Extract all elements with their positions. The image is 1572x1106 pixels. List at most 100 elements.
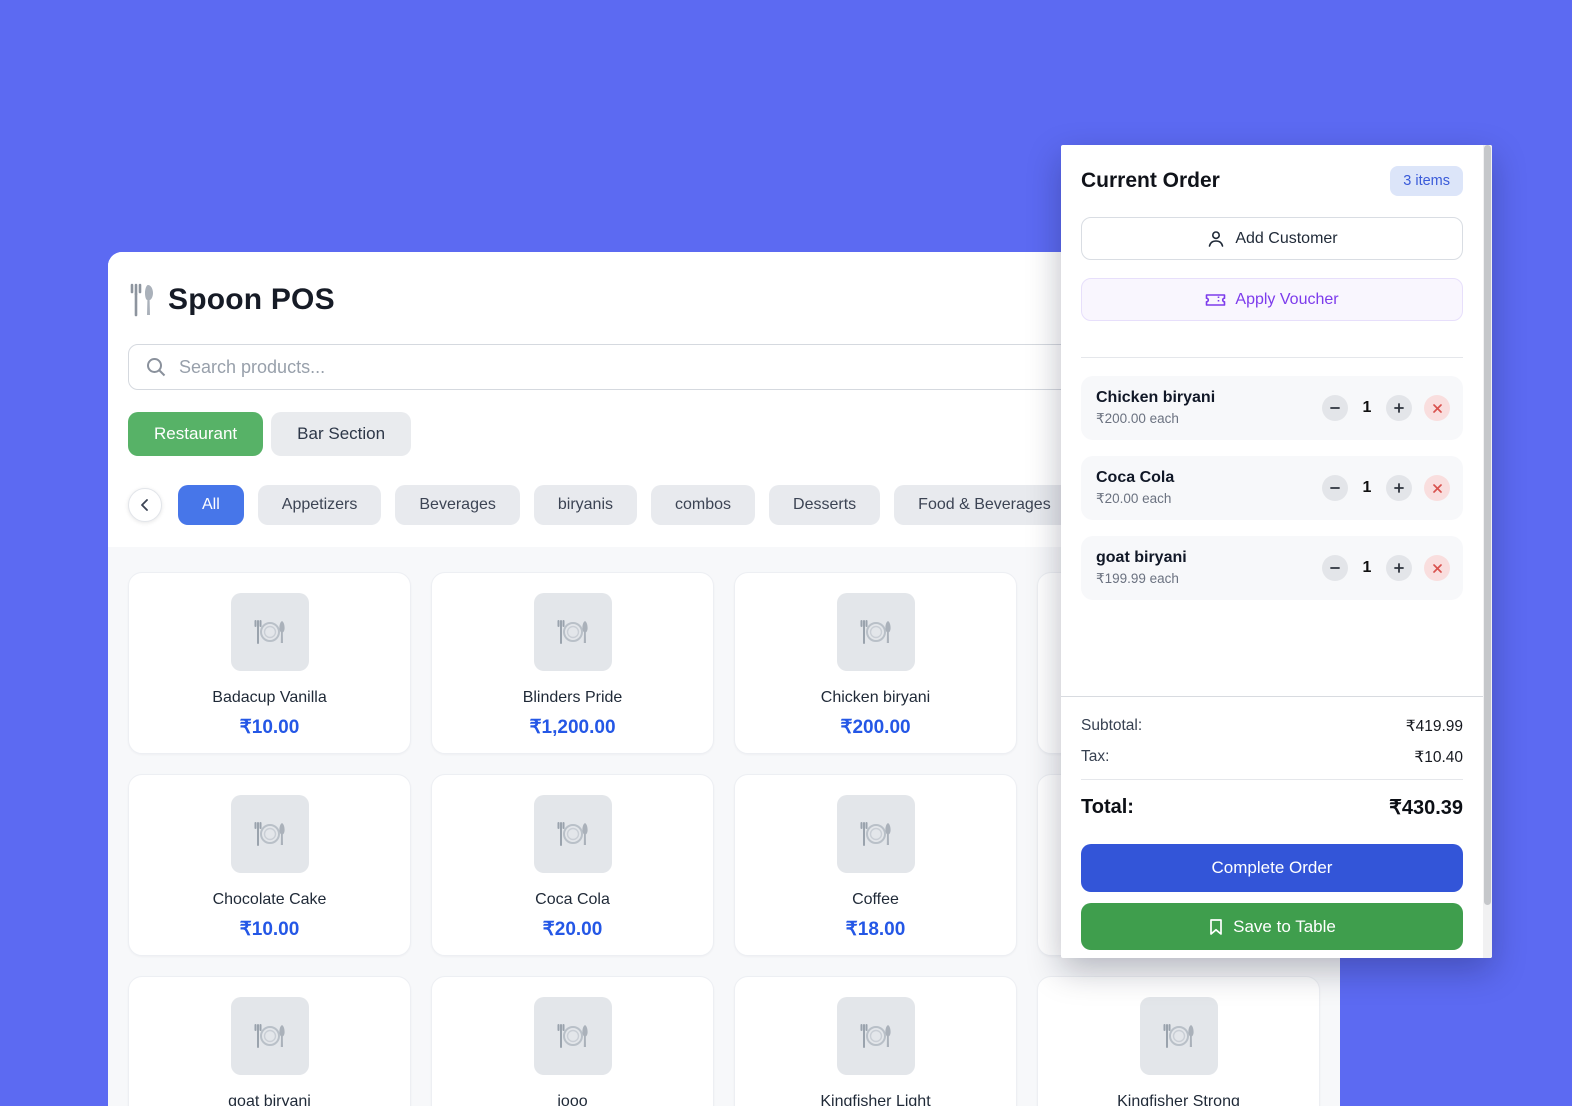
- save-to-table-button[interactable]: Save to Table: [1081, 903, 1463, 950]
- subtotal-label: Subtotal:: [1081, 717, 1143, 734]
- order-item-qty: 1: [1362, 399, 1372, 416]
- product-card[interactable]: Badacup Vanilla ₹10.00: [128, 572, 411, 754]
- order-panel-body: Current Order 3 items Add Customer Apply…: [1061, 145, 1492, 696]
- order-item-name: goat biryani: [1096, 549, 1187, 566]
- plus-icon: [1393, 562, 1405, 574]
- order-item-unit-price: ₹20.00 each: [1096, 491, 1172, 506]
- order-scrollbar[interactable]: [1483, 145, 1492, 958]
- section-button[interactable]: Restaurant: [128, 412, 264, 456]
- remove-item-button[interactable]: [1424, 395, 1450, 421]
- product-price: ₹200.00: [840, 717, 911, 738]
- save-to-table-label: Save to Table: [1233, 916, 1336, 936]
- product-price: ₹20.00: [542, 919, 603, 940]
- section-button[interactable]: Bar Section: [271, 412, 412, 456]
- category-chip[interactable]: biryanis: [533, 485, 638, 525]
- subtotal-value: ₹419.99: [1405, 718, 1463, 735]
- order-item-text: goat biryani ₹199.99 each: [1096, 549, 1322, 587]
- product-card[interactable]: goat biryani: [128, 976, 411, 1106]
- product-card[interactable]: Chocolate Cake ₹10.00: [128, 774, 411, 956]
- order-item-name: Coca Cola: [1096, 469, 1175, 486]
- category-chip[interactable]: All: [178, 485, 244, 525]
- remove-item-button[interactable]: [1424, 475, 1450, 501]
- add-customer-button[interactable]: Add Customer: [1081, 217, 1463, 260]
- tax-label: Tax:: [1081, 748, 1110, 765]
- plus-icon: [1393, 482, 1405, 494]
- total-row: Total: ₹430.39: [1081, 792, 1463, 822]
- section-label: Bar Section: [297, 424, 386, 443]
- totals-divider: [1081, 779, 1463, 780]
- product-name: jooo: [557, 1093, 588, 1106]
- person-icon: [1206, 229, 1226, 249]
- x-icon: [1432, 563, 1443, 574]
- scrollbar-thumb[interactable]: [1484, 145, 1491, 905]
- plate-cutlery-icon: [857, 613, 895, 651]
- order-item-text: Chicken biryani ₹200.00 each: [1096, 389, 1322, 427]
- product-name: Chicken biryani: [820, 689, 931, 706]
- order-item-unit-price: ₹199.99 each: [1096, 571, 1179, 586]
- plus-icon: [1393, 402, 1405, 414]
- category-label: biryanis: [557, 496, 614, 513]
- order-item-row: Chicken biryani ₹200.00 each 1: [1081, 376, 1463, 440]
- order-items-list: Chicken biryani ₹200.00 each 1 Coca Cola…: [1081, 376, 1463, 600]
- total-label: Total:: [1081, 795, 1134, 818]
- apply-voucher-button[interactable]: Apply Voucher: [1081, 278, 1463, 321]
- remove-item-button[interactable]: [1424, 555, 1450, 581]
- panel-divider: [1081, 357, 1463, 358]
- product-card[interactable]: Kingfisher Light: [734, 976, 1017, 1106]
- order-item-text: Coca Cola ₹20.00 each: [1096, 469, 1322, 507]
- plate-cutlery-icon: [857, 815, 895, 853]
- product-price: ₹1,200.00: [529, 717, 616, 738]
- ticket-icon: [1205, 292, 1226, 308]
- category-label: Desserts: [793, 496, 857, 513]
- scroll-left-button[interactable]: [128, 488, 162, 522]
- product-name: Coffee: [852, 891, 899, 908]
- product-card[interactable]: Coca Cola ₹20.00: [431, 774, 714, 956]
- category-chip[interactable]: Beverages: [395, 485, 520, 525]
- product-thumb: [836, 997, 915, 1075]
- product-thumb: [230, 997, 309, 1075]
- product-price: ₹10.00: [239, 919, 300, 940]
- decrease-qty-button[interactable]: [1322, 475, 1348, 501]
- product-card[interactable]: Coffee ₹18.00: [734, 774, 1017, 956]
- order-item-unit-price: ₹200.00 each: [1096, 411, 1179, 426]
- decrease-qty-button[interactable]: [1322, 555, 1348, 581]
- plate-cutlery-icon: [554, 1017, 592, 1055]
- plate-cutlery-icon: [251, 1017, 289, 1055]
- product-name: Kingfisher Light: [820, 1093, 931, 1106]
- category-chip[interactable]: Food & Beverages: [894, 485, 1075, 525]
- decrease-qty-button[interactable]: [1322, 395, 1348, 421]
- minus-icon: [1329, 562, 1341, 574]
- increase-qty-button[interactable]: [1386, 395, 1412, 421]
- increase-qty-button[interactable]: [1386, 555, 1412, 581]
- x-icon: [1432, 483, 1443, 494]
- product-card[interactable]: Blinders Pride ₹1,200.00: [431, 572, 714, 754]
- product-name: Kingfisher Strong: [1117, 1093, 1240, 1106]
- product-name: Blinders Pride: [522, 689, 623, 706]
- product-price: ₹18.00: [845, 919, 906, 940]
- order-item-name: Chicken biryani: [1096, 389, 1216, 406]
- product-thumb: [836, 593, 915, 671]
- category-chip[interactable]: combos: [651, 485, 756, 525]
- category-chip[interactable]: Desserts: [769, 485, 881, 525]
- category-label: Food & Beverages: [918, 496, 1051, 513]
- plate-cutlery-icon: [554, 815, 592, 853]
- product-name: Badacup Vanilla: [212, 689, 327, 706]
- plate-cutlery-icon: [251, 815, 289, 853]
- product-price: ₹10.00: [239, 717, 300, 738]
- fork-knife-logo-icon: [128, 283, 158, 317]
- section-label: Restaurant: [154, 424, 238, 443]
- product-card[interactable]: Chicken biryani ₹200.00: [734, 572, 1017, 754]
- complete-order-button[interactable]: Complete Order: [1081, 844, 1463, 892]
- apply-voucher-label: Apply Voucher: [1235, 290, 1339, 308]
- increase-qty-button[interactable]: [1386, 475, 1412, 501]
- product-card[interactable]: Kingfisher Strong: [1037, 976, 1320, 1106]
- order-item-qty: 1: [1362, 559, 1372, 576]
- tax-row: Tax: ₹10.40: [1081, 748, 1463, 770]
- order-title-row: Current Order 3 items: [1081, 165, 1463, 197]
- product-thumb: [533, 593, 612, 671]
- tax-value: ₹10.40: [1414, 749, 1463, 766]
- product-thumb: [230, 795, 309, 873]
- product-card[interactable]: jooo: [431, 976, 714, 1106]
- category-chip[interactable]: Appetizers: [257, 485, 382, 525]
- x-icon: [1432, 403, 1443, 414]
